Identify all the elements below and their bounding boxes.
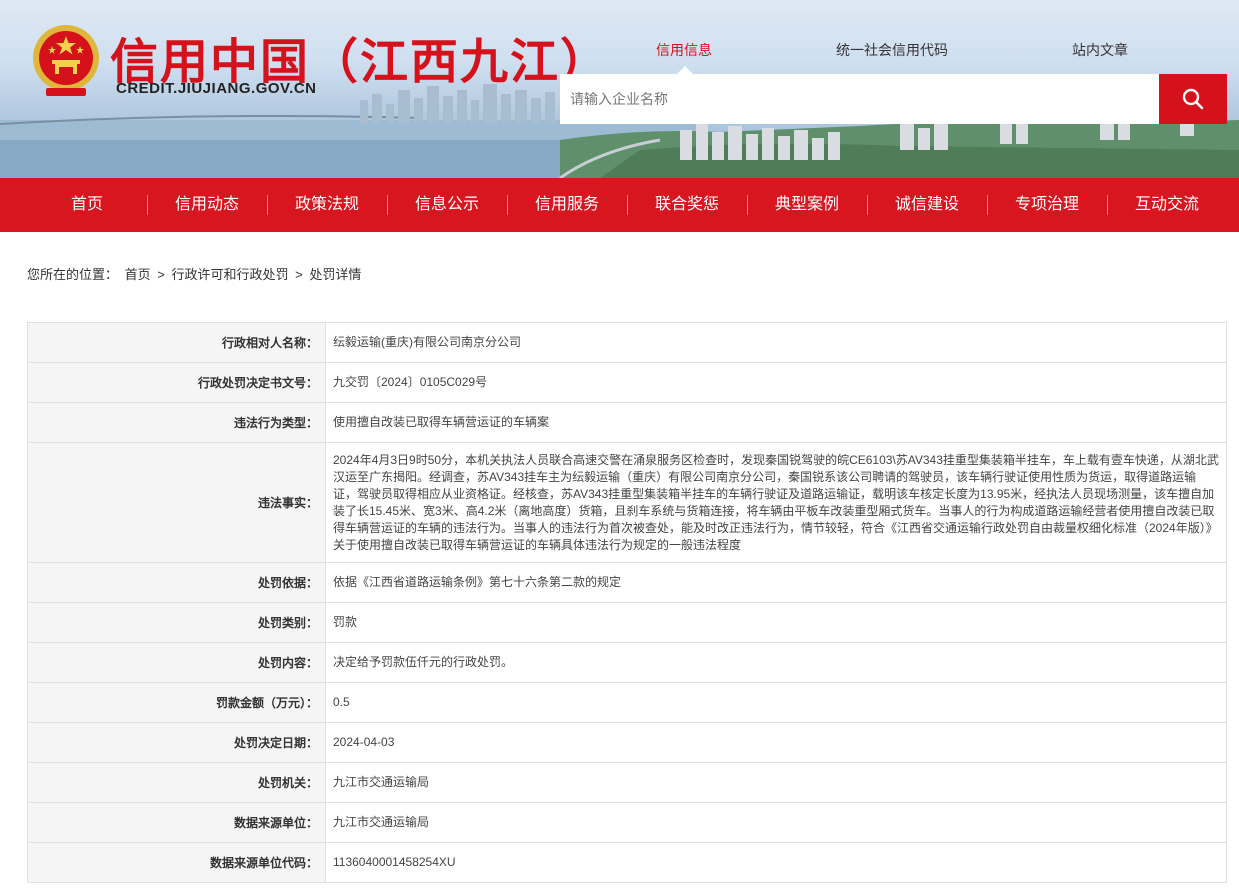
nav-item-integrity[interactable]: 诚信建设	[867, 178, 987, 232]
field-label: 处罚内容：	[27, 642, 326, 683]
field-value: 九江市交通运输局	[325, 802, 1227, 843]
search-input[interactable]	[560, 74, 1160, 124]
nav-item-credit-news[interactable]: 信用动态	[147, 178, 267, 232]
table-row: 处罚内容： 决定给予罚款伍仟元的行政处罚。	[27, 642, 1227, 683]
search-tabs: 信用信息 统一社会信用代码 站内文章	[560, 40, 1227, 60]
nav-item-interaction[interactable]: 互动交流	[1107, 178, 1227, 232]
breadcrumb-home[interactable]: 首页	[125, 267, 151, 282]
field-value: 0.5	[325, 682, 1227, 723]
tab-credit-info[interactable]: 信用信息	[656, 40, 712, 60]
breadcrumb-separator: >	[157, 267, 165, 282]
field-value: 2024-04-03	[325, 722, 1227, 763]
field-label: 数据来源单位代码：	[27, 842, 326, 883]
penalty-detail-table: 行政相对人名称： 纭毅运输(重庆)有限公司南京分公司 行政处罚决定书文号： 九交…	[27, 322, 1227, 883]
table-row: 违法事实： 2024年4月3日9时50分，本机关执法人员联合高速交警在涌泉服务区…	[27, 442, 1227, 563]
nav-item-typical-cases[interactable]: 典型案例	[747, 178, 867, 232]
field-label: 罚款金额（万元）：	[27, 682, 326, 723]
nav-item-policies[interactable]: 政策法规	[267, 178, 387, 232]
nav-item-info-disclosure[interactable]: 信息公示	[387, 178, 507, 232]
table-row: 处罚依据： 依据《江西省道路运输条例》第七十六条第二款的规定	[27, 562, 1227, 603]
field-value: 2024年4月3日9时50分，本机关执法人员联合高速交警在涌泉服务区检查时，发现…	[325, 442, 1227, 563]
field-value: 罚款	[325, 602, 1227, 643]
field-label: 处罚依据：	[27, 562, 326, 603]
field-label: 处罚类别：	[27, 602, 326, 643]
field-value: 使用擅自改装已取得车辆营运证的车辆案	[325, 402, 1227, 443]
table-row: 罚款金额（万元）： 0.5	[27, 682, 1227, 723]
search-icon	[1182, 88, 1204, 110]
search-button[interactable]	[1159, 74, 1227, 124]
breadcrumb: 您所在的位置： 首页 > 行政许可和行政处罚 > 处罚详情	[27, 264, 364, 283]
field-value: 纭毅运输(重庆)有限公司南京分公司	[325, 322, 1227, 363]
field-label: 违法行为类型：	[27, 402, 326, 443]
table-row: 处罚决定日期： 2024-04-03	[27, 722, 1227, 763]
active-tab-indicator	[677, 66, 693, 74]
tab-unified-credit-code[interactable]: 统一社会信用代码	[836, 40, 948, 60]
field-value: 九交罚〔2024〕0105C029号	[325, 362, 1227, 403]
table-row: 处罚类别： 罚款	[27, 602, 1227, 643]
table-row: 行政处罚决定书文号： 九交罚〔2024〕0105C029号	[27, 362, 1227, 403]
nav-item-home[interactable]: 首页	[27, 178, 147, 232]
breadcrumb-current: 处罚详情	[309, 267, 362, 282]
nav-item-joint-rewards[interactable]: 联合奖惩	[627, 178, 747, 232]
breadcrumb-permits-penalties[interactable]: 行政许可和行政处罚	[172, 267, 289, 282]
breadcrumb-prefix: 您所在的位置：	[27, 267, 119, 282]
field-value: 决定给予罚款伍仟元的行政处罚。	[325, 642, 1227, 683]
tab-site-articles[interactable]: 站内文章	[1072, 40, 1128, 60]
field-value: 九江市交通运输局	[325, 762, 1227, 803]
nav-item-credit-services[interactable]: 信用服务	[507, 178, 627, 232]
field-value: 1136040001458254XU	[325, 842, 1227, 883]
table-row: 数据来源单位： 九江市交通运输局	[27, 802, 1227, 843]
field-label: 行政相对人名称：	[27, 322, 326, 363]
main-nav: 首页 信用动态 政策法规 信息公示 信用服务 联合奖惩 典型案例 诚信建设 专项…	[0, 178, 1239, 232]
table-row: 数据来源单位代码： 1136040001458254XU	[27, 842, 1227, 883]
site-domain: CREDIT.JIUJIANG.GOV.CN	[116, 80, 317, 97]
table-row: 处罚机关： 九江市交通运输局	[27, 762, 1227, 803]
field-label: 数据来源单位：	[27, 802, 326, 843]
table-row: 行政相对人名称： 纭毅运输(重庆)有限公司南京分公司	[27, 322, 1227, 363]
field-label: 违法事实：	[27, 442, 326, 563]
breadcrumb-separator: >	[295, 267, 303, 282]
field-label: 处罚机关：	[27, 762, 326, 803]
national-emblem-icon	[33, 25, 99, 96]
table-row: 违法行为类型： 使用擅自改装已取得车辆营运证的车辆案	[27, 402, 1227, 443]
field-value: 依据《江西省道路运输条例》第七十六条第二款的规定	[325, 562, 1227, 603]
header-banner: 信用中国（江西九江） CREDIT.JIUJIANG.GOV.CN 信用信息 统…	[0, 0, 1239, 178]
field-label: 处罚决定日期：	[27, 722, 326, 763]
nav-item-special-governance[interactable]: 专项治理	[987, 178, 1107, 232]
field-label: 行政处罚决定书文号：	[27, 362, 326, 403]
